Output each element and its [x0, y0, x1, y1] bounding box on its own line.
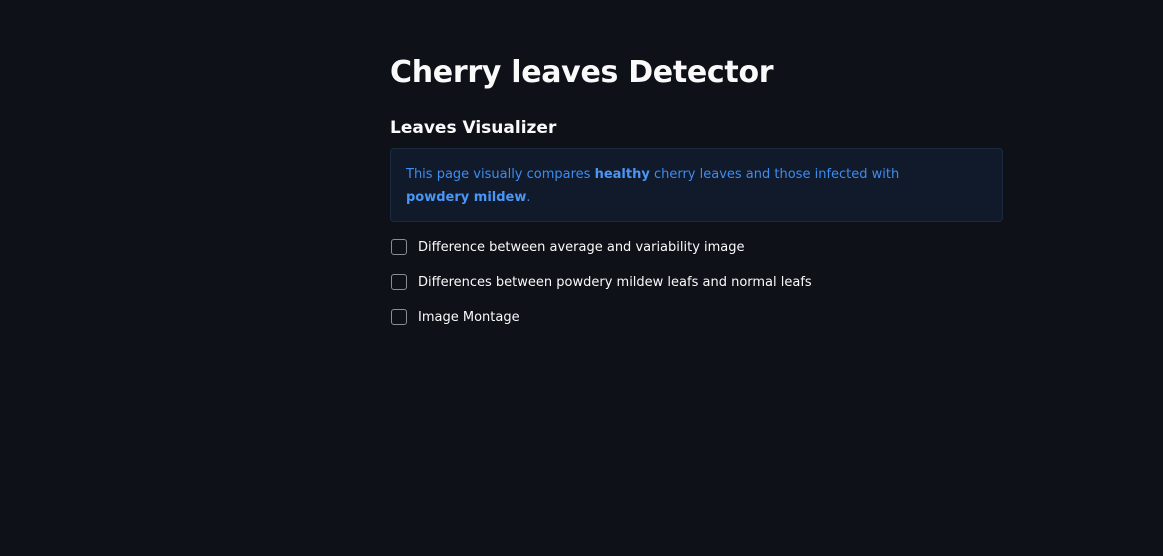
info-text-part: cherry leaves and those infected with [649, 167, 900, 182]
info-alert-text: This page visually compares healthy cher… [406, 163, 966, 209]
checkbox-icon[interactable] [391, 239, 407, 255]
info-bold-powdery-mildew: powdery mildew [406, 190, 527, 205]
checkbox-image-montage[interactable]: Image Montage [390, 306, 520, 328]
checkbox-label: Image Montage [418, 309, 520, 325]
info-text-part: . [526, 190, 531, 205]
checkbox-icon[interactable] [391, 274, 407, 290]
page-subheader: Leaves Visualizer [390, 118, 557, 138]
checkbox-icon[interactable] [391, 309, 407, 325]
checkbox-label: Differences between powdery mildew leafs… [418, 274, 812, 290]
checkbox-label: Difference between average and variabili… [418, 239, 745, 255]
page-title: Cherry leaves Detector [390, 55, 774, 90]
info-text-part: This page visually compares [406, 167, 595, 182]
info-bold-healthy: healthy [594, 167, 650, 182]
checkbox-average-variability[interactable]: Difference between average and variabili… [390, 236, 745, 258]
info-alert: This page visually compares healthy cher… [390, 148, 1003, 222]
checkbox-mildew-vs-normal[interactable]: Differences between powdery mildew leafs… [390, 271, 812, 293]
